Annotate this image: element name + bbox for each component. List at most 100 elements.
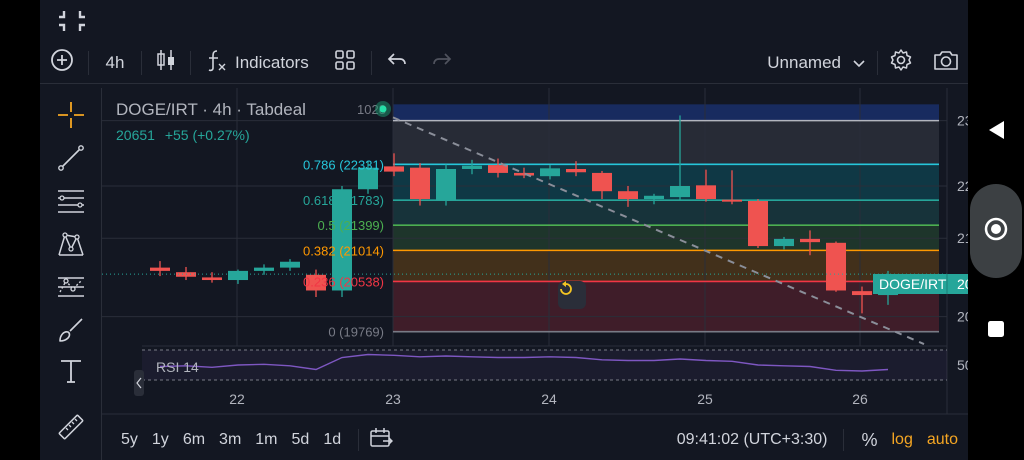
symbol-quote: 20651 +55 (+0.27%)	[116, 127, 250, 143]
candle-body	[748, 200, 768, 247]
home-nav-icon	[983, 216, 1009, 247]
range-button-6m[interactable]: 6m	[176, 431, 212, 449]
candle-body	[800, 238, 820, 243]
price-axis-label: 20000	[957, 309, 968, 325]
fib-tool[interactable]	[52, 186, 90, 220]
layout-menu-button[interactable]: Unnamed	[757, 42, 877, 84]
snapshot-button[interactable]	[924, 42, 968, 84]
back-nav-icon	[986, 119, 1006, 146]
bottom-divider	[358, 429, 360, 451]
fib-band	[393, 104, 939, 121]
main-toolbar: 4h Indicators Unnamed	[40, 42, 968, 84]
range-button-1m[interactable]: 1m	[248, 431, 284, 449]
candle-body	[202, 277, 222, 281]
fib-label: 0.618 (21783)	[303, 193, 384, 208]
add-icon	[50, 48, 74, 77]
symbol-title[interactable]: DOGE/IRT · 4h · Tabdeal	[116, 100, 306, 120]
candle-body	[722, 199, 742, 202]
interval-button[interactable]: 4h	[89, 42, 141, 84]
settings-button[interactable]	[878, 42, 924, 84]
candle-body	[410, 167, 430, 200]
time-axis[interactable]: 22 23 24 25 26	[229, 391, 868, 407]
candle	[254, 264, 274, 275]
chart-canvas[interactable]: 0.786 (22331) 0.618 (21783) 0.5 (21399) 0.3…	[102, 88, 968, 460]
log-toggle[interactable]: log	[885, 431, 920, 449]
candle	[826, 241, 846, 292]
candle-body	[280, 261, 300, 268]
candle	[748, 199, 768, 249]
time-axis-label: 26	[852, 391, 868, 407]
range-button-1y[interactable]: 1y	[145, 431, 176, 449]
chevron-down-icon	[853, 53, 865, 73]
collapse-icon[interactable]	[58, 8, 86, 34]
text-icon	[58, 357, 84, 390]
range-button-1d[interactable]: 1d	[316, 431, 348, 449]
templates-button[interactable]	[319, 42, 371, 84]
candle-body	[462, 165, 482, 169]
price-axis-label: 23000	[957, 113, 968, 129]
undo-icon	[386, 50, 408, 75]
fib-band	[393, 250, 939, 282]
add-symbol-button[interactable]	[40, 42, 84, 84]
range-button-5d[interactable]: 5d	[285, 431, 317, 449]
rsi-level-label: 50.00	[957, 357, 968, 373]
clock[interactable]: 09:41:02 (UTC+3:30)	[677, 431, 834, 449]
candle-body	[670, 185, 690, 198]
fib-tool-icon	[56, 186, 86, 221]
recents-nav-button[interactable]	[985, 320, 1007, 342]
redo-icon	[431, 50, 453, 75]
fib-band	[393, 200, 939, 226]
crosshair-icon	[56, 100, 86, 135]
trend-line-tool[interactable]	[52, 143, 90, 177]
range-button-3m[interactable]: 3m	[212, 431, 248, 449]
pane-collapse-tab[interactable]	[134, 370, 144, 396]
chart-pane[interactable]: 0.786 (22331) 0.618 (21783) 0.5 (21399) 0.3…	[102, 88, 968, 460]
candle-body	[852, 291, 872, 296]
chart-type-button[interactable]	[142, 42, 190, 84]
prediction-tool[interactable]	[52, 272, 90, 306]
prediction-icon	[56, 272, 86, 307]
symbol-change: +55 (+0.27%)	[164, 127, 250, 143]
trend-line-icon	[56, 143, 86, 178]
candle-body	[540, 168, 560, 177]
goto-date-button[interactable]	[369, 427, 394, 454]
pattern-tool[interactable]	[52, 229, 90, 263]
reset-chart-button[interactable]	[558, 281, 586, 309]
fib-retracement[interactable]	[393, 104, 939, 332]
candle-body	[436, 168, 456, 201]
text-tool[interactable]	[52, 356, 90, 390]
camera-icon	[933, 49, 959, 76]
ruler-icon	[56, 412, 86, 447]
redo-button[interactable]	[422, 42, 462, 84]
fib-anchor-handle-dot	[379, 105, 387, 113]
range-button-5y[interactable]: 5y	[114, 431, 145, 449]
top-strip	[40, 0, 968, 42]
price-axis-label: 22000	[957, 178, 968, 194]
home-nav-button[interactable]	[970, 184, 1022, 278]
candle	[280, 259, 300, 271]
candle-body	[228, 270, 248, 281]
ruler-tool[interactable]	[52, 412, 90, 446]
bottom-divider	[843, 429, 845, 451]
candle-body	[566, 168, 586, 173]
time-axis-label: 25	[697, 391, 713, 407]
candle	[228, 269, 248, 284]
last-price-tag: DOGE/IRT 20651	[873, 274, 968, 294]
candle-body	[384, 166, 404, 172]
undo-button[interactable]	[372, 42, 422, 84]
indicators-button[interactable]: Indicators	[191, 42, 319, 84]
brush-tool[interactable]	[52, 315, 90, 349]
fib-label: 0.382 (21014)	[303, 243, 384, 258]
crosshair-tool[interactable]	[52, 100, 90, 134]
price-axis-label: 21200	[957, 230, 968, 246]
drawing-toolbar	[40, 88, 102, 460]
goto-date-icon	[369, 427, 394, 454]
back-nav-button[interactable]	[982, 118, 1010, 146]
auto-toggle[interactable]: auto	[920, 431, 968, 449]
percent-toggle[interactable]: %	[854, 430, 884, 451]
bottom-toolbar: 5y 1y 6m 3m 1m 5d 1d 09:41:02 (UTC+3:30) % log…	[102, 420, 968, 460]
candle	[176, 266, 196, 281]
last-price-symbol: DOGE/IRT	[879, 276, 947, 292]
candle-body	[592, 172, 612, 192]
layout-name: Unnamed	[767, 52, 841, 72]
